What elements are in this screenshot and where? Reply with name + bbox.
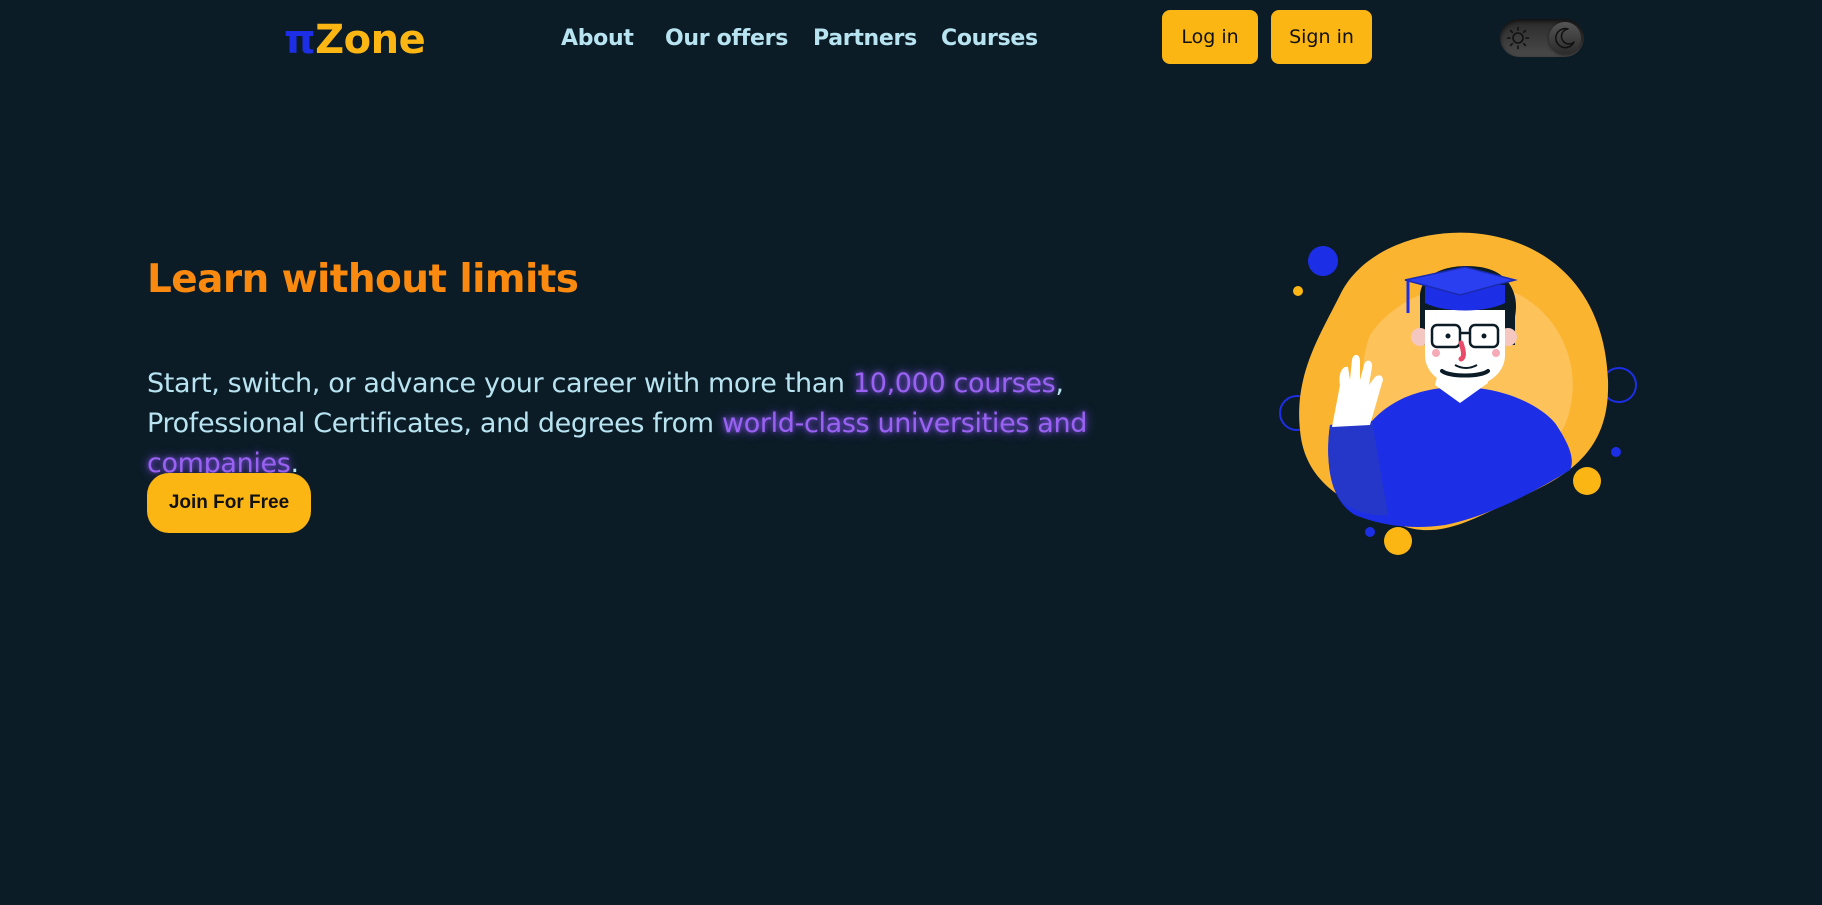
logo-pi: π (284, 17, 316, 63)
nav-our-offers[interactable]: Our offers (665, 22, 788, 56)
decor-dot-blue-bottom (1365, 527, 1375, 537)
decor-dot-blue-large (1308, 246, 1338, 276)
decor-dot-yellow-bottom (1384, 527, 1412, 555)
sun-icon (1506, 26, 1530, 50)
cheek-left (1432, 349, 1440, 357)
join-for-free-button[interactable]: Join For Free (147, 473, 311, 533)
highlight-courses: 10,000 courses (852, 368, 1056, 399)
logo[interactable]: πZone (284, 12, 426, 68)
decor-dot-blue-small (1611, 447, 1621, 457)
decor-dot-yellow-small (1293, 286, 1303, 296)
login-button[interactable]: Log in (1162, 10, 1258, 64)
nav-about[interactable]: About (561, 22, 634, 56)
page: πZone About Our offers Partners Courses … (0, 0, 1822, 905)
nav-courses[interactable]: Courses (941, 22, 1038, 56)
moon-icon (1555, 27, 1575, 49)
toggle-knob[interactable] (1549, 22, 1581, 54)
cheek-right (1492, 349, 1500, 357)
decor-dot-yellow-right (1573, 467, 1601, 495)
graduate-illustration (1279, 232, 1637, 555)
hero-title: Learn without limits (147, 257, 579, 302)
eye-left (1445, 333, 1451, 339)
eye-right (1481, 333, 1487, 339)
graduate-nose (1458, 340, 1466, 362)
signin-button[interactable]: Sign in (1271, 10, 1372, 64)
theme-toggle[interactable] (1500, 19, 1584, 57)
logo-zone: Zone (315, 17, 426, 63)
nav-partners[interactable]: Partners (813, 22, 917, 56)
hero-description: Start, switch, or advance your career wi… (147, 364, 1227, 484)
hero-text-part-1: Start, switch, or advance your career wi… (147, 368, 853, 399)
